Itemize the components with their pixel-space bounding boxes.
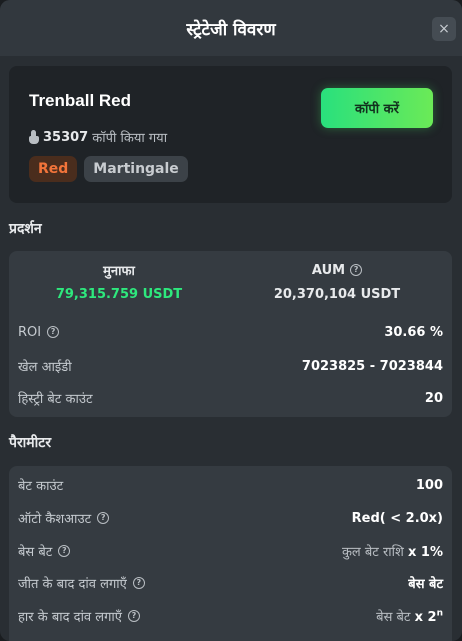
strategy-tags: Red Martingale [29, 156, 188, 182]
info-icon[interactable]: ? [47, 326, 60, 338]
info-icon[interactable]: ? [58, 545, 71, 557]
on-loss-label: हार के बाद दांव लगाएँ [18, 610, 122, 625]
close-button[interactable]: × [432, 17, 456, 41]
performance-summary: मुनाफा 79,315.759 USDT AUM ? 20,370,104 … [9, 260, 452, 308]
auto-cashout-value: Red( < 2.0x) [351, 510, 443, 526]
game-id-row: खेल आईडी 7023825 - 7023844 [9, 351, 452, 381]
profit-column: मुनाफा 79,315.759 USDT [19, 260, 219, 302]
performance-panel: मुनाफा 79,315.759 USDT AUM ? 20,370,104 … [9, 251, 452, 417]
game-id-label: खेल आईडी [18, 360, 72, 375]
on-loss-value-sup: n [436, 608, 443, 619]
tag-red: Red [29, 156, 78, 182]
on-loss-value: बेस बेट x 2n [376, 607, 443, 625]
strategy-card: Trenball Red 35307 कॉपी किया गया Red Mar… [9, 66, 452, 203]
base-bet-value-prefix: कुल बेट राशि [341, 545, 404, 560]
roi-label: ROI [18, 324, 42, 340]
on-win-row: जीत के बाद दांव लगाएँ? बेस बेट [9, 568, 452, 598]
parameters-panel: बेट काउंट 100 ऑटो कैशआउट? Red( < 2.0x) ब… [9, 466, 452, 641]
copy-count: 35307 [43, 129, 89, 145]
bet-count-label: बेट काउंट [18, 479, 64, 494]
bet-count-value: 100 [415, 477, 443, 493]
base-bet-row: बेस बेट? कुल बेट राशि x 1% [9, 536, 452, 566]
strategy-details-modal: स्ट्रेटेजी विवरण × Trenball Red 35307 कॉ… [0, 0, 462, 641]
on-loss-row: हार के बाद दांव लगाएँ? बेस बेट x 2n [9, 601, 452, 631]
info-icon[interactable]: ? [97, 512, 110, 524]
aum-column: AUM ? 20,370,104 USDT [237, 260, 437, 303]
performance-title: प्रदर्शन [9, 221, 42, 237]
modal-header: स्ट्रेटेजी विवरण × [0, 0, 462, 56]
base-bet-value: कुल बेट राशि x 1% [342, 542, 443, 560]
copy-count-line: 35307 कॉपी किया गया [29, 128, 167, 146]
on-win-label: जीत के बाद दांव लगाएँ [18, 577, 127, 592]
auto-cashout-row: ऑटो कैशआउट? Red( < 2.0x) [9, 503, 452, 533]
bet-count-row: बेट काउंट 100 [9, 470, 452, 500]
base-bet-value-suffix: x 1% [408, 545, 443, 560]
profit-value: 79,315.759 USDT [55, 287, 183, 302]
on-win-value: बेस बेट [408, 577, 443, 592]
profit-label: मुनाफा [103, 264, 135, 279]
history-label: हिस्ट्री बेट काउंट [18, 392, 93, 407]
history-value: 20 [424, 390, 443, 406]
modal-title: स्ट्रेटेजी विवरण [186, 19, 276, 40]
game-id-value: 7023825 - 7023844 [301, 358, 443, 374]
tag-martingale: Martingale [84, 156, 188, 182]
base-bet-label: बेस बेट [18, 545, 53, 560]
copy-button[interactable]: कॉपी करें [321, 88, 433, 128]
info-icon[interactable]: ? [127, 610, 140, 622]
strategy-name: Trenball Red [29, 91, 132, 110]
info-icon[interactable]: ? [132, 577, 145, 589]
on-loss-value-suffix: x 2 [414, 610, 437, 625]
aum-label: AUM [311, 262, 346, 278]
hand-icon [29, 130, 39, 144]
parameters-title: पैरामीटर [9, 435, 52, 451]
history-row: हिस्ट्री बेट काउंट 20 [9, 383, 452, 413]
roi-row: ROI? 30.66 % [9, 317, 452, 347]
auto-cashout-label: ऑटो कैशआउट [18, 512, 92, 527]
close-icon: × [438, 21, 450, 37]
copy-count-suffix: कॉपी किया गया [92, 131, 168, 146]
roi-value: 30.66 % [384, 324, 443, 340]
aum-value: 20,370,104 USDT [273, 287, 401, 302]
info-icon[interactable]: ? [350, 264, 363, 276]
on-loss-value-prefix: बेस बेट [376, 610, 411, 625]
